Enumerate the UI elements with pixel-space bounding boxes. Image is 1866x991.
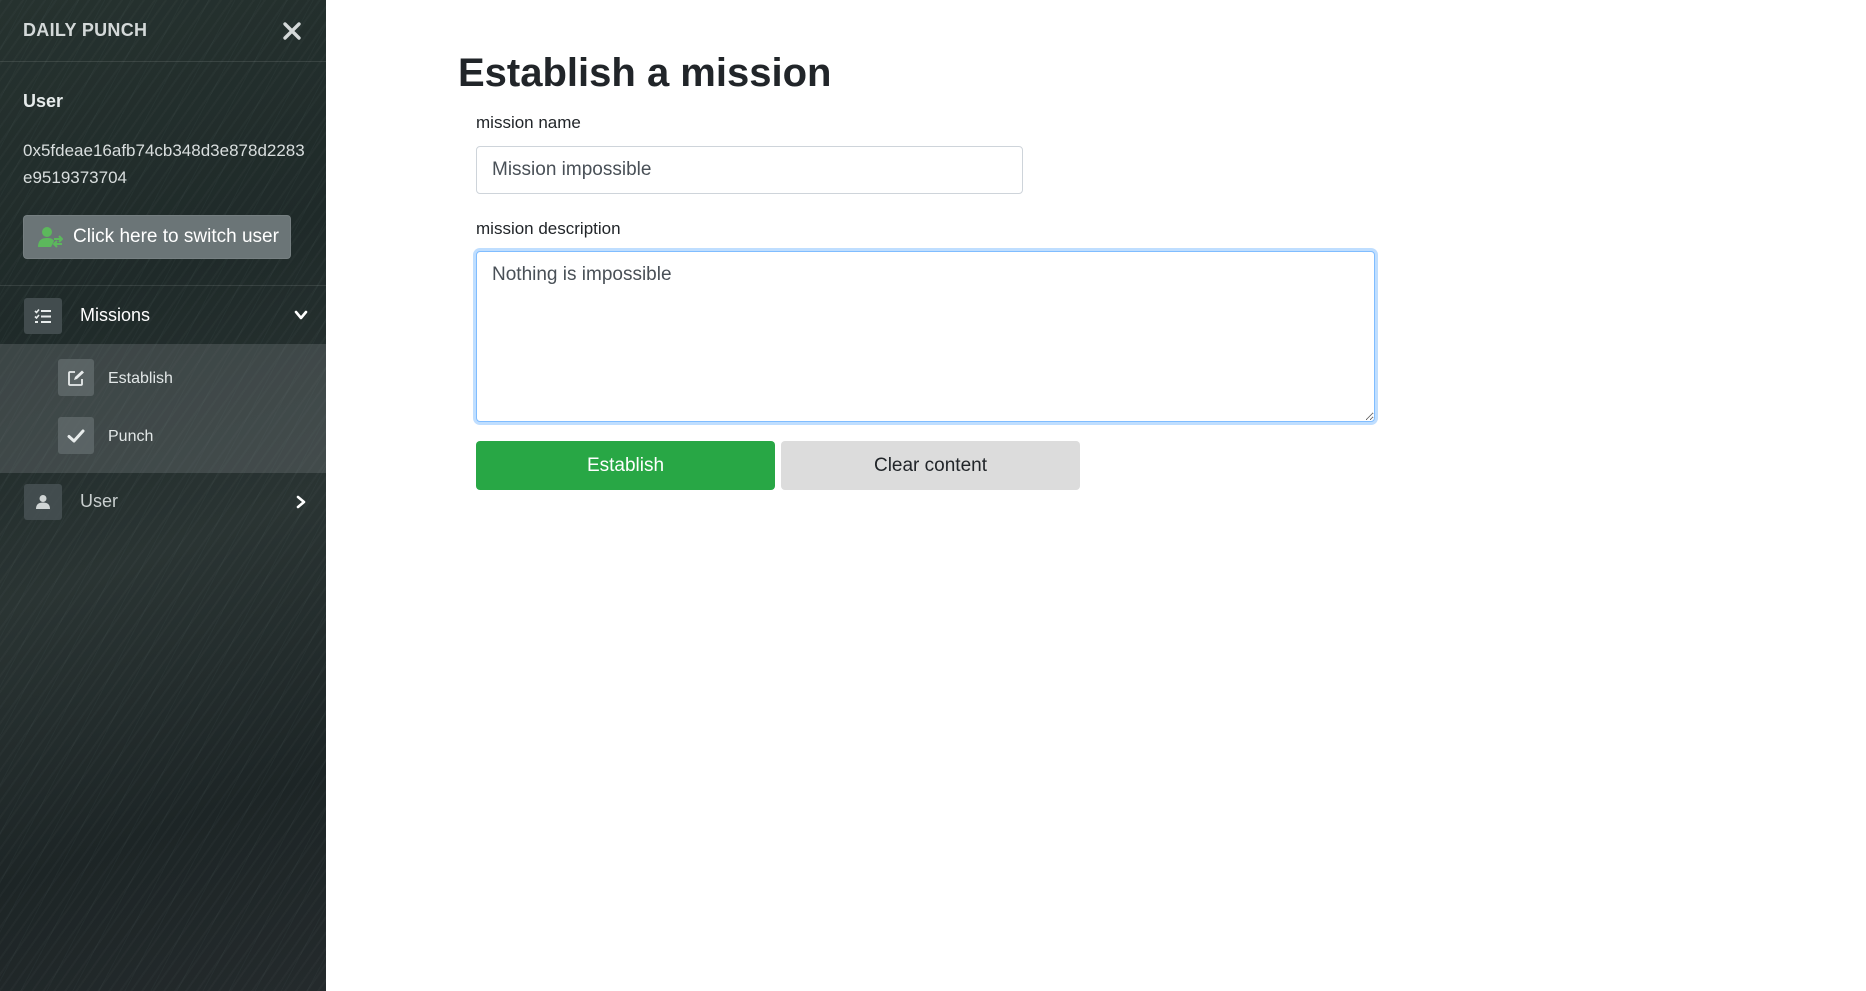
sidebar-item-label: Punch [108,428,154,445]
chevron-down-icon [294,308,308,322]
switch-user-button[interactable]: Click here to switch user [23,215,291,259]
sidebar-item-punch[interactable]: Punch [0,412,326,460]
sidebar-header: DAILY PUNCH [0,0,326,62]
app-root: DAILY PUNCH User 0x5fdeae16afb74cb348d3e… [0,0,1866,991]
close-icon[interactable] [281,20,303,42]
user-heading: User [23,91,64,111]
sidebar-divider [0,285,326,286]
edit-icon [58,359,94,396]
mission-name-label: mission name [476,113,581,132]
sidebar-item-label: User [80,491,119,511]
mission-name-input[interactable] [476,146,1023,194]
check-icon [58,417,94,454]
user-switch-icon [37,226,64,248]
user-address: 0x5fdeae16afb74cb348d3e878d2283e95193737… [23,141,305,187]
page-title: Establish a mission [458,51,832,95]
sidebar: DAILY PUNCH User 0x5fdeae16afb74cb348d3e… [0,0,326,991]
switch-user-label: Click here to switch user [73,226,279,247]
establish-button[interactable]: Establish [476,441,775,490]
sidebar-item-label: Missions [80,305,151,325]
tasks-list-icon [24,298,62,334]
sidebar-item-establish[interactable]: Establish [0,354,326,402]
sidebar-item-label: Establish [108,370,173,387]
chevron-right-icon [294,495,308,509]
mission-description-textarea[interactable]: Nothing is impossible [476,251,1375,422]
mission-description-label: mission description [476,219,621,238]
user-icon [24,484,62,520]
missions-submenu: Establish Punch [0,344,326,473]
sidebar-item-user[interactable]: User [0,478,326,526]
clear-content-button[interactable]: Clear content [781,441,1080,490]
app-title: DAILY PUNCH [23,20,148,40]
sidebar-item-missions[interactable]: Missions [0,292,326,342]
